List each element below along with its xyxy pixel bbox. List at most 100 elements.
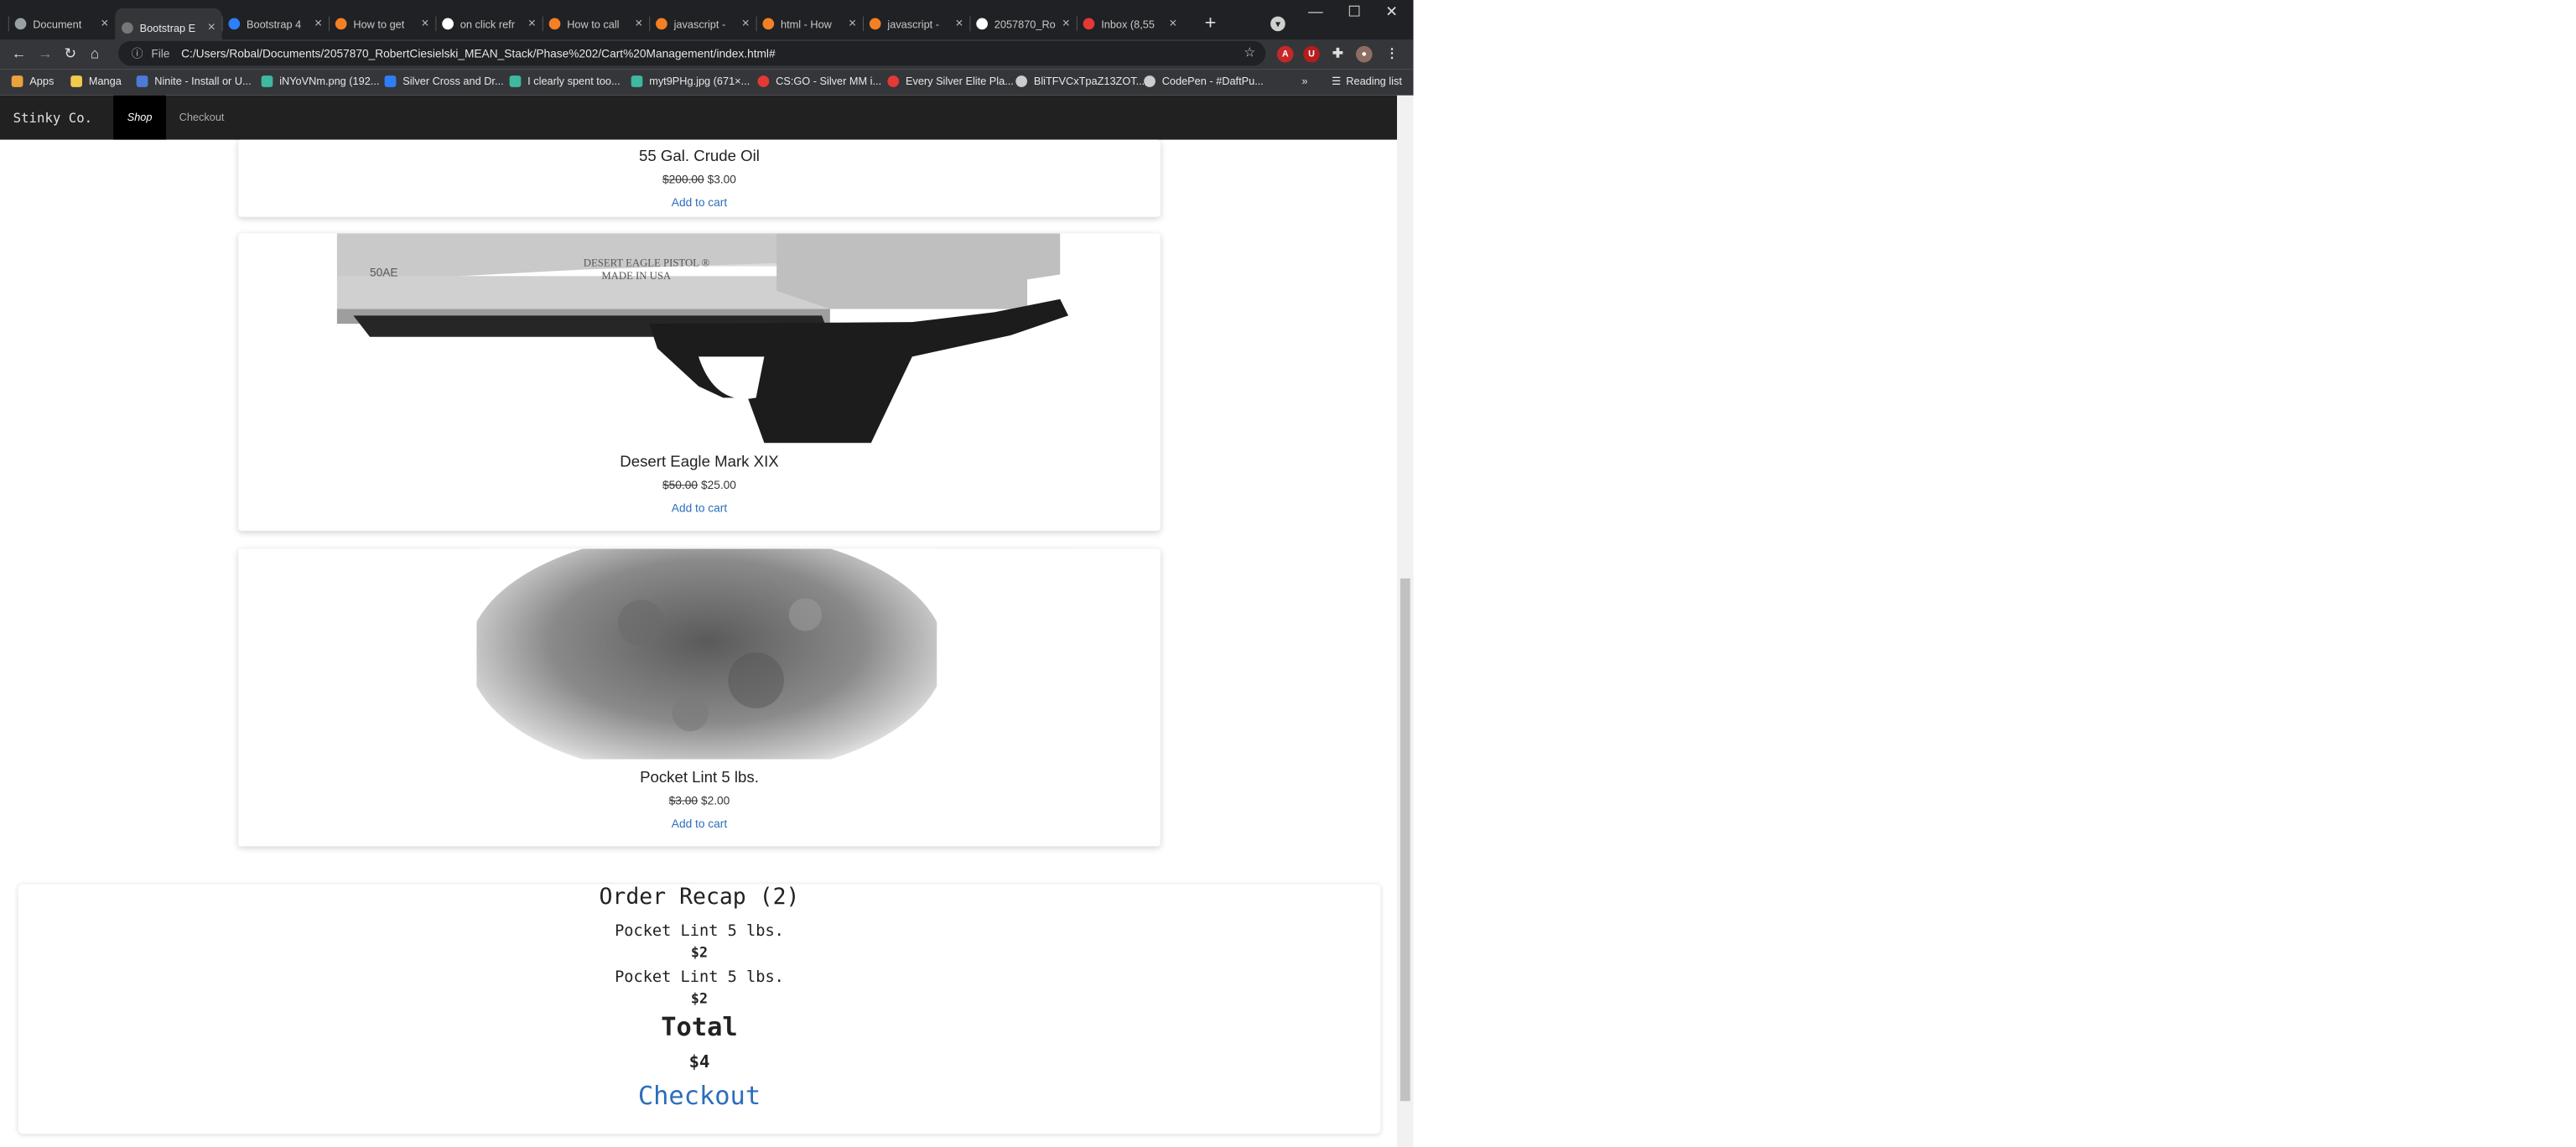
original-price: $200.00 bbox=[662, 172, 704, 186]
tab[interactable]: javascript - × bbox=[863, 10, 969, 38]
product-price: $3.00 $2.00 bbox=[238, 794, 1161, 807]
bookmark-apps[interactable]: Apps bbox=[11, 75, 54, 87]
bookmark[interactable]: CodePen - #DaftPu... bbox=[1144, 75, 1264, 87]
window-close-icon[interactable]: ✕ bbox=[1385, 3, 1398, 21]
recap-item-name: Pocket Lint 5 lbs. bbox=[615, 921, 784, 941]
add-to-cart-button[interactable]: Add to cart bbox=[238, 195, 1161, 209]
tab[interactable]: How to call × bbox=[542, 10, 649, 38]
stackoverflow-icon bbox=[762, 18, 775, 30]
scheme-label: File bbox=[151, 46, 170, 60]
add-to-cart-button[interactable]: Add to cart bbox=[238, 817, 1161, 830]
minimize-icon[interactable]: — bbox=[1308, 3, 1323, 21]
bookmark-folder[interactable]: Manga bbox=[70, 75, 122, 87]
tab[interactable]: Bootstrap 4 × bbox=[221, 10, 329, 38]
extensions-puzzle-icon[interactable]: ✚ bbox=[1330, 46, 1347, 63]
close-icon[interactable]: × bbox=[101, 17, 108, 32]
globe-icon bbox=[1015, 75, 1027, 87]
sale-price: $3.00 bbox=[707, 172, 736, 186]
bookmark[interactable]: BliTFVCxTpaZ13ZOT... bbox=[1015, 75, 1145, 87]
scrollbar-thumb[interactable] bbox=[1400, 578, 1410, 1102]
page-scrollbar[interactable] bbox=[1397, 95, 1414, 1147]
stackoverflow-icon bbox=[656, 18, 667, 30]
bookmark[interactable]: Silver Cross and Dr... bbox=[384, 75, 504, 87]
imprint-line2: MADE IN USA bbox=[601, 270, 672, 282]
bookmark-star-icon[interactable]: ☆ bbox=[1244, 44, 1255, 61]
close-icon[interactable]: × bbox=[208, 21, 216, 36]
ninite-icon bbox=[136, 75, 148, 87]
tab-search-icon[interactable]: ▾ bbox=[1270, 16, 1285, 32]
original-price: $3.00 bbox=[668, 793, 699, 807]
bookmark[interactable]: iNYoVNm.png (192... bbox=[261, 75, 379, 87]
product-name: Desert Eagle Mark XIX bbox=[620, 453, 779, 471]
tab[interactable]: javascript - × bbox=[649, 10, 756, 38]
close-icon[interactable]: × bbox=[955, 17, 963, 32]
maximize-icon[interactable]: ☐ bbox=[1348, 3, 1361, 21]
menu-kebab-icon[interactable]: ⋮ bbox=[1384, 46, 1400, 63]
recap-title: Order Recap (2) bbox=[599, 884, 800, 910]
bookmark[interactable]: Every Silver Elite Pla... bbox=[887, 75, 1014, 87]
tab[interactable]: Document × bbox=[8, 10, 115, 38]
add-to-cart-button[interactable]: Add to cart bbox=[238, 501, 1161, 515]
total-label: Total bbox=[661, 1012, 738, 1042]
nav-checkout[interactable]: Checkout bbox=[179, 96, 225, 140]
new-tab-plus-icon[interactable]: + bbox=[1205, 12, 1217, 34]
bookmark[interactable]: Ninite - Install or U... bbox=[136, 75, 252, 87]
order-recap: Order Recap (2) Pocket Lint 5 lbs. $2 Po… bbox=[18, 884, 1381, 1134]
imprint-line1: DESERT EAGLE PISTOL ® bbox=[584, 257, 710, 269]
profile-avatar[interactable]: ● bbox=[1356, 45, 1373, 63]
close-icon[interactable]: × bbox=[1169, 17, 1176, 32]
address-bar[interactable]: ⓘ File C:/Users/Robal/Documents/2057870_… bbox=[118, 41, 1266, 66]
close-icon[interactable]: × bbox=[421, 17, 428, 32]
info-icon[interactable]: ⓘ bbox=[132, 45, 143, 62]
loading-icon bbox=[122, 22, 133, 34]
tab[interactable]: Inbox (8,55 × bbox=[1076, 10, 1183, 38]
product-card: 55 Gal. Crude Oil $200.00 $3.00 Add to ca… bbox=[238, 139, 1161, 217]
back-arrow-icon[interactable]: ← bbox=[12, 45, 27, 63]
brand[interactable]: Stinky Co. bbox=[13, 110, 92, 126]
recap-checkout-button[interactable]: Checkout bbox=[18, 1082, 1381, 1111]
adblock-extension-icon[interactable]: A bbox=[1276, 45, 1294, 63]
product-name: 55 Gal. Crude Oil bbox=[639, 148, 760, 165]
recap-item-price: $2 bbox=[690, 945, 709, 962]
more-bookmarks-chevron-icon[interactable]: » bbox=[1301, 75, 1307, 87]
stackoverflow-icon bbox=[548, 18, 561, 30]
close-icon[interactable]: × bbox=[314, 17, 322, 32]
tab[interactable]: on click refr × bbox=[435, 10, 542, 38]
home-icon[interactable]: ⌂ bbox=[91, 45, 100, 63]
tab[interactable]: html - How × bbox=[756, 10, 863, 38]
url-text[interactable]: C:/Users/Robal/Documents/2057870_RobertC… bbox=[181, 47, 775, 60]
page-icon bbox=[14, 18, 27, 30]
page-viewport: Stinky Co. Shop Checkout 55 Gal. Crude O… bbox=[0, 95, 1397, 1147]
close-icon[interactable]: × bbox=[849, 17, 856, 32]
close-icon[interactable]: × bbox=[635, 17, 642, 32]
total-value: $4 bbox=[688, 1051, 710, 1072]
tab[interactable]: 2057870_Ro × bbox=[969, 10, 1076, 38]
original-price: $50.00 bbox=[662, 478, 699, 492]
browser-window: Document × Bootstrap E × Bootstrap 4 × How … bbox=[0, 0, 1414, 1147]
ublock-extension-icon[interactable]: U bbox=[1303, 45, 1320, 63]
codepen-icon bbox=[1144, 75, 1156, 87]
close-icon[interactable]: × bbox=[1062, 17, 1070, 32]
site-navbar: Stinky Co. Shop Checkout bbox=[0, 95, 1397, 140]
site-icon bbox=[384, 75, 397, 87]
reload-icon[interactable]: ↻ bbox=[64, 45, 76, 63]
sale-price: $2.00 bbox=[700, 793, 730, 807]
bookmark[interactable]: myt9PHg.jpg (671×... bbox=[631, 75, 750, 87]
product-card: 50AE DESERT EAGLE PISTOL ® MADE IN USA D… bbox=[238, 233, 1161, 532]
imprint-model: 50AE bbox=[370, 266, 398, 278]
stackoverflow-icon bbox=[335, 18, 347, 30]
bookmark[interactable]: I clearly spent too... bbox=[509, 75, 621, 87]
lint-image bbox=[476, 548, 937, 760]
reading-list[interactable]: ☰ Reading list bbox=[1332, 75, 1402, 88]
bookmark[interactable]: CS:GO - Silver MM i... bbox=[757, 75, 881, 87]
bootstrap-icon bbox=[228, 18, 241, 30]
close-icon[interactable]: × bbox=[742, 17, 750, 32]
tab[interactable]: How to get × bbox=[329, 10, 435, 38]
pistol-image: 50AE DESERT EAGLE PISTOL ® MADE IN USA bbox=[336, 233, 1077, 444]
reading-list-icon: ☰ bbox=[1331, 75, 1342, 87]
forward-arrow-icon[interactable]: → bbox=[38, 45, 53, 63]
nav-shop[interactable]: Shop bbox=[113, 95, 166, 140]
product-price: $50.00 $25.00 bbox=[238, 478, 1161, 491]
youtube-icon bbox=[757, 75, 770, 87]
close-icon[interactable]: × bbox=[528, 17, 536, 32]
